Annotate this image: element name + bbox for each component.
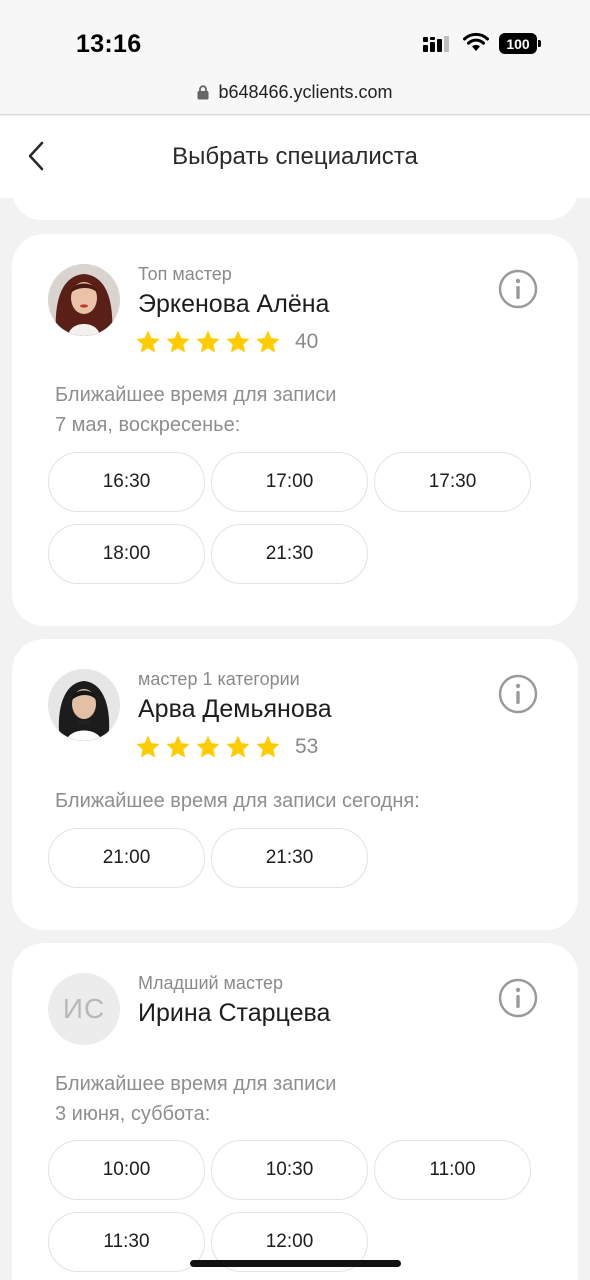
specialist-role: мастер 1 категории	[138, 669, 300, 689]
wifi-icon	[463, 32, 489, 51]
avatar-initials: ИС	[62, 993, 106, 1024]
time-slot-button[interactable]: 16:30	[48, 452, 205, 512]
specialist-card[interactable]: мастер 1 категории Арва Демьянова 53 Бли…	[12, 639, 578, 930]
time-slot-button[interactable]: 18:00	[48, 524, 205, 584]
star-icon	[166, 735, 190, 758]
avatar-photo	[48, 669, 120, 741]
rating: 53	[135, 733, 318, 761]
info-circle-icon[interactable]	[497, 977, 539, 1019]
star-icon	[166, 330, 190, 353]
status-time: 13:16	[76, 30, 142, 58]
info-circle-icon[interactable]	[497, 268, 539, 310]
time-slot-button[interactable]: 17:00	[211, 452, 368, 512]
specialist-role: Младший мастер	[138, 973, 284, 993]
star-icon	[196, 330, 220, 353]
time-slot-button[interactable]: 17:30	[374, 452, 531, 512]
star-icon	[226, 330, 250, 353]
time-slot-button[interactable]: 21:30	[211, 524, 368, 584]
battery-tip	[538, 40, 541, 47]
nearest-time-text: Ближайшее время для записи	[55, 1073, 337, 1095]
nearest-time-text: Ближайшее время для записи сегодня:	[55, 790, 420, 812]
time-slot-button[interactable]: 10:30	[211, 1140, 368, 1200]
star-icon	[256, 735, 280, 758]
nearest-date-text: 3 июня, суббота:	[55, 1103, 211, 1125]
review-count: 53	[295, 735, 319, 758]
time-slot-button[interactable]: 11:00	[374, 1140, 531, 1200]
nearest-date-text: 7 мая, воскресенье:	[55, 414, 241, 436]
star-icon	[256, 330, 280, 353]
nearest-time-text: Ближайшее время для записи	[55, 384, 337, 406]
specialist-card[interactable]: Топ мастер Эркенова Алёна 40 Ближайшее в…	[12, 234, 578, 626]
time-slot-button[interactable]: 10:00	[48, 1140, 205, 1200]
star-icon	[196, 735, 220, 758]
time-slot-button[interactable]: 21:00	[48, 828, 205, 888]
battery-level: 100	[499, 33, 537, 54]
specialist-name: Эркенова Алёна	[138, 290, 330, 318]
specialist-card[interactable]: ИС Младший мастер Ирина Старцева Ближайш…	[12, 943, 578, 1280]
time-slot-button[interactable]: 21:30	[211, 828, 368, 888]
nearest-time-label: Ближайшее время для записи сегодня:	[55, 786, 420, 816]
nearest-time-label: Ближайшее время для записи 3 июня, суббо…	[55, 1069, 336, 1129]
avatar	[48, 669, 120, 741]
info-circle-icon[interactable]	[497, 673, 539, 715]
star-icon	[226, 735, 250, 758]
lock-icon	[197, 84, 209, 99]
avatar-photo	[48, 264, 120, 336]
specialist-name: Арва Демьянова	[138, 695, 332, 723]
url-bar[interactable]: b648466.yclients.com	[0, 80, 590, 104]
review-count: 40	[295, 330, 319, 353]
rating: 40	[135, 328, 318, 356]
time-slot-button[interactable]: 11:30	[48, 1212, 205, 1272]
avatar: ИС	[48, 973, 120, 1045]
battery-icon: 100	[499, 33, 541, 54]
specialist-role: Топ мастер	[138, 264, 232, 284]
previous-card-tail	[12, 180, 578, 220]
star-icon	[136, 735, 160, 758]
url-text: b648466.yclients.com	[218, 81, 393, 102]
avatar	[48, 264, 120, 336]
page-title: Выбрать специалиста	[172, 143, 418, 170]
cellular-signal-icon	[423, 36, 449, 52]
star-icon	[136, 330, 160, 353]
nearest-time-label: Ближайшее время для записи 7 мая, воскре…	[55, 380, 336, 440]
specialist-name: Ирина Старцева	[138, 999, 331, 1027]
home-indicator[interactable]	[190, 1260, 401, 1267]
browser-chrome: 13:16 100 b648466.yclients.com	[0, 0, 590, 115]
